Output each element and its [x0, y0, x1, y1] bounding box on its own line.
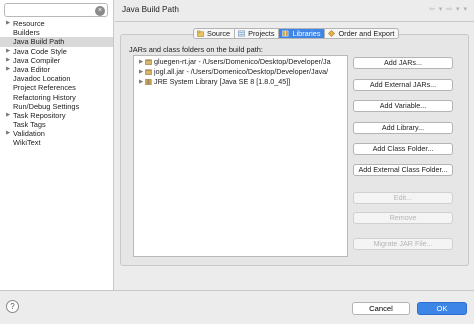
title-divider	[115, 21, 474, 22]
tree-item-java-editor[interactable]: ▶ Java Editor	[0, 65, 113, 74]
tree-item-label: Java Compiler	[13, 55, 61, 65]
migrate-jar-button[interactable]: Migrate JAR File...	[353, 238, 453, 250]
tree-item-wikitext[interactable]: WikiText	[0, 138, 113, 147]
tree-item-run-debug-settings[interactable]: Run/Debug Settings	[0, 102, 113, 111]
library-icon	[145, 79, 152, 85]
tab-order-and-export[interactable]: Order and Export	[325, 29, 398, 38]
order-export-icon	[328, 30, 336, 37]
edit-button[interactable]: Edit...	[353, 192, 453, 204]
library-list[interactable]: ▶ gluegen-rt.jar - /Users/Domenico/Deskt…	[133, 55, 348, 257]
tree-item-label: Java Code Style	[13, 46, 67, 56]
expand-arrow-icon[interactable]: ▶	[139, 67, 143, 77]
tab-projects[interactable]: Projects	[235, 29, 280, 38]
tab-label: Libraries	[292, 29, 321, 38]
main-panel: Java Build Path ⇦ ▾ ⇨ ▾ ▾ Source Project…	[115, 0, 474, 290]
add-external-class-folder-button[interactable]: Add External Class Folder...	[353, 164, 453, 176]
ok-button[interactable]: OK	[417, 302, 467, 315]
add-jars-button[interactable]: Add JARs...	[353, 57, 453, 69]
tree-item-refactoring-history[interactable]: Refactoring History	[0, 93, 113, 102]
help-icon[interactable]: ?	[6, 300, 19, 313]
tree-item-label: WikiText	[13, 138, 41, 148]
tree-item-label: Task Tags	[13, 120, 46, 130]
expand-arrow-icon[interactable]: ▶	[6, 65, 10, 74]
list-item-label: JRE System Library [Java SE 8 [1.8.0_45]…	[154, 77, 291, 86]
tree-item-label: Builders	[13, 28, 40, 38]
projects-icon	[238, 30, 245, 37]
list-item[interactable]: ▶ gluegen-rt.jar - /Users/Domenico/Deskt…	[134, 57, 347, 67]
cancel-button[interactable]: Cancel	[352, 302, 410, 315]
tab-label: Source	[207, 29, 231, 38]
remove-button[interactable]: Remove	[353, 212, 453, 224]
jar-icon	[145, 69, 152, 75]
jar-icon	[145, 59, 152, 65]
preferences-sidebar: × ▶ Resource Builders Java Build Path ▶ Ja…	[0, 0, 114, 290]
tree-item-label: Refactoring History	[13, 92, 76, 102]
add-library-button[interactable]: Add Library...	[353, 122, 453, 134]
tree-item-label: Java Editor	[13, 64, 50, 74]
tree-item-java-build-path[interactable]: Java Build Path	[0, 37, 113, 47]
tree-item-project-references[interactable]: Project References	[0, 83, 113, 92]
tree-item-label: Java Build Path	[13, 37, 65, 47]
expand-arrow-icon[interactable]: ▶	[6, 56, 10, 65]
tab-label: Order and Export	[338, 29, 395, 38]
tree-item-java-code-style[interactable]: ▶ Java Code Style	[0, 47, 113, 56]
tree-item-javadoc-location[interactable]: Javadoc Location	[0, 74, 113, 83]
footer-divider	[0, 290, 474, 291]
tree-item-validation[interactable]: ▶ Validation	[0, 129, 113, 138]
tree-item-task-repository[interactable]: ▶ Task Repository	[0, 111, 113, 120]
expand-arrow-icon[interactable]: ▶	[6, 19, 10, 28]
add-variable-button[interactable]: Add Variable...	[353, 100, 453, 112]
tree-item-label: Resource	[13, 19, 45, 28]
page-title: Java Build Path	[122, 5, 179, 14]
add-external-jars-button[interactable]: Add External JARs...	[353, 79, 453, 91]
tree-item-task-tags[interactable]: Task Tags	[0, 120, 113, 129]
tab-bar: Source Projects Libraries Order and Expo…	[193, 28, 400, 39]
tab-libraries[interactable]: Libraries	[279, 29, 326, 38]
tree-item-java-compiler[interactable]: ▶ Java Compiler	[0, 56, 113, 65]
tree-item-builders[interactable]: Builders	[0, 28, 113, 37]
tree-item-resource[interactable]: ▶ Resource	[0, 19, 113, 28]
source-folder-icon	[197, 30, 204, 37]
list-item-label: gluegen-rt.jar - /Users/Domenico/Desktop…	[154, 57, 331, 66]
expand-arrow-icon[interactable]: ▶	[6, 47, 10, 56]
tab-label: Projects	[248, 29, 275, 38]
clear-icon[interactable]: ×	[95, 5, 105, 16]
expand-arrow-icon[interactable]: ▶	[6, 129, 10, 138]
add-class-folder-button[interactable]: Add Class Folder...	[353, 143, 453, 155]
list-item-label: jogl.all.jar - /Users/Domenico/Desktop/D…	[154, 67, 329, 76]
filter-search[interactable]: ×	[4, 3, 108, 17]
list-item[interactable]: ▶ jogl.all.jar - /Users/Domenico/Desktop…	[134, 67, 347, 77]
tree-item-label: Task Repository	[13, 110, 66, 120]
expand-arrow-icon[interactable]: ▶	[139, 77, 143, 87]
tree-item-label: Javadoc Location	[13, 74, 71, 84]
expand-arrow-icon[interactable]: ▶	[139, 57, 143, 67]
list-item[interactable]: ▶ JRE System Library [Java SE 8 [1.8.0_4…	[134, 77, 347, 87]
property-tree: ▶ Resource Builders Java Build Path ▶ Java…	[0, 19, 113, 148]
filter-input[interactable]	[5, 4, 95, 16]
libraries-icon	[282, 30, 289, 37]
tree-item-label: Project References	[13, 83, 76, 93]
build-path-label: JARs and class folders on the build path…	[129, 45, 263, 54]
tab-source[interactable]: Source	[194, 29, 236, 38]
navigation-arrows-icon[interactable]: ⇦ ▾ ⇨ ▾ ▾	[429, 5, 468, 13]
expand-arrow-icon[interactable]: ▶	[6, 111, 10, 120]
tree-item-label: Validation	[13, 129, 45, 139]
tree-item-label: Run/Debug Settings	[13, 101, 80, 111]
